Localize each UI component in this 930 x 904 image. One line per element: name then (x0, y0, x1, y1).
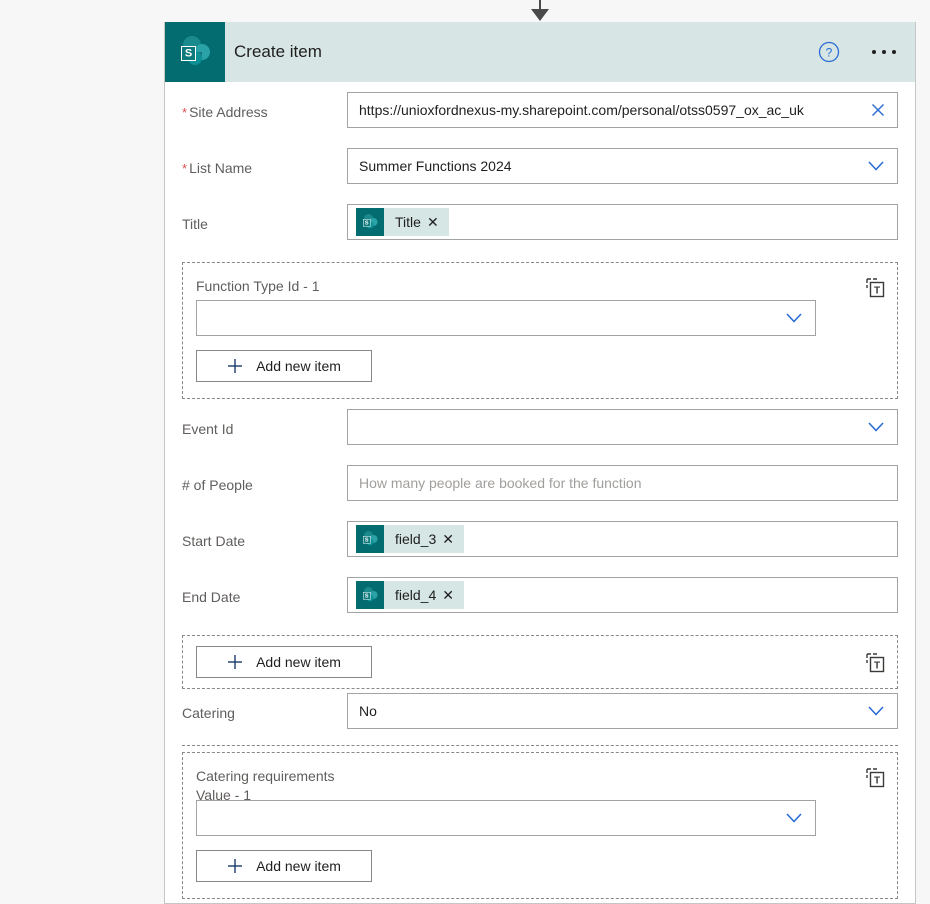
field-row-end-date: End Date S field_4 ✕ (182, 577, 898, 623)
down-arrow-icon (531, 0, 549, 21)
card-body: * Site Address https://unioxfordnexus-my.… (165, 82, 915, 899)
list-name-value: Summer Functions 2024 (359, 158, 512, 174)
function-type-id-label: Function Type Id - 1 (196, 278, 320, 294)
add-new-item-label: Add new item (256, 358, 341, 374)
page-title: Create item (234, 42, 322, 61)
field-row-site-address: * Site Address https://unioxfordnexus-my.… (182, 92, 898, 138)
field-row-event-id: Event Id (182, 409, 898, 455)
field-row-list-name: * List Name Summer Functions 2024 (182, 148, 898, 194)
chevron-down-icon[interactable] (863, 158, 889, 174)
close-icon[interactable]: ✕ (442, 588, 464, 602)
site-address-input[interactable]: https://unioxfordnexus-my.sharepoint.com… (347, 92, 898, 128)
token-chip-end-date[interactable]: S field_4 ✕ (356, 581, 464, 609)
function-type-id-dropdown[interactable] (196, 300, 816, 336)
token-chip-title[interactable]: S Title ✕ (356, 208, 449, 236)
switch-to-text-mode-icon[interactable]: T (865, 277, 885, 299)
chevron-down-icon[interactable] (781, 810, 807, 826)
title-input[interactable]: S Title ✕ (347, 204, 898, 240)
list-name-dropdown[interactable]: Summer Functions 2024 (347, 148, 898, 184)
end-date-label: End Date (182, 589, 241, 605)
switch-to-text-mode-icon[interactable]: T (865, 652, 885, 674)
switch-to-text-mode-icon[interactable]: T (865, 767, 885, 789)
card-header: S Create item ? (165, 22, 915, 82)
field-row-title: Title S Title ✕ (182, 204, 898, 250)
num-people-placeholder: How many people are booked for the funct… (359, 475, 642, 491)
event-id-dropdown[interactable] (347, 409, 898, 445)
start-date-label: Start Date (182, 533, 246, 549)
catering-label: Catering (182, 705, 235, 721)
sharepoint-icon: S (165, 22, 225, 82)
svg-text:?: ? (826, 46, 833, 60)
ellipsis-icon[interactable] (870, 44, 898, 60)
close-icon[interactable] (867, 101, 889, 119)
required-asterisk: * (182, 161, 188, 176)
section-divider (182, 745, 898, 746)
help-circle-icon[interactable]: ? (818, 41, 840, 63)
field-row-num-people: # of People How many people are booked f… (182, 465, 898, 511)
chevron-down-icon[interactable] (863, 703, 889, 719)
end-date-input[interactable]: S field_4 ✕ (347, 577, 898, 613)
event-id-label: Event Id (182, 421, 234, 437)
sharepoint-icon: S (356, 208, 384, 236)
svg-text:S: S (365, 220, 369, 226)
token-chip-label: Title (395, 214, 421, 230)
num-people-label: # of People (182, 477, 253, 493)
close-icon[interactable]: ✕ (427, 215, 449, 229)
close-icon[interactable]: ✕ (442, 532, 464, 546)
token-chip-label: field_4 (395, 587, 437, 603)
flow-connector (0, 0, 930, 22)
add-new-item-label: Add new item (256, 858, 341, 874)
catering-value: No (359, 703, 377, 719)
field-row-catering: Catering No (182, 693, 898, 739)
svg-text:S: S (185, 48, 192, 60)
site-address-label: * Site Address (182, 104, 268, 120)
svg-text:S: S (365, 537, 369, 543)
svg-text:T: T (874, 286, 880, 297)
header-actions: ? (818, 41, 915, 63)
token-chip-start-date[interactable]: S field_3 ✕ (356, 525, 464, 553)
sharepoint-icon: S (356, 581, 384, 609)
repeating-group-add-item: T Add new item (182, 635, 898, 689)
title-label: Title (182, 216, 208, 232)
catering-dropdown[interactable]: No (347, 693, 898, 729)
add-new-item-button-function-type[interactable]: Add new item (196, 350, 372, 382)
required-asterisk: * (182, 105, 188, 120)
plus-icon (227, 858, 243, 874)
repeating-group-function-type-id: T Function Type Id - 1 Add new item (182, 262, 898, 399)
start-date-input[interactable]: S field_3 ✕ (347, 521, 898, 557)
chevron-down-icon[interactable] (781, 310, 807, 326)
num-people-input[interactable]: How many people are booked for the funct… (347, 465, 898, 501)
repeating-group-catering-requirements: T Catering requirements Value - 1 Add ne… (182, 752, 898, 899)
catering-requirements-dropdown[interactable] (196, 800, 816, 836)
add-new-item-label: Add new item (256, 654, 341, 670)
svg-text:T: T (874, 776, 880, 787)
site-address-value: https://unioxfordnexus-my.sharepoint.com… (359, 102, 804, 118)
svg-text:S: S (365, 593, 369, 599)
create-item-action-card: S Create item ? * Site Address https://u… (164, 22, 916, 904)
field-row-start-date: Start Date S field_3 ✕ (182, 521, 898, 567)
sharepoint-icon: S (356, 525, 384, 553)
chevron-down-icon[interactable] (863, 419, 889, 435)
add-new-item-button-generic[interactable]: Add new item (196, 646, 372, 678)
token-chip-label: field_3 (395, 531, 437, 547)
list-name-label: * List Name (182, 160, 253, 176)
svg-text:T: T (874, 661, 880, 672)
plus-icon (227, 358, 243, 374)
add-new-item-button-catering[interactable]: Add new item (196, 850, 372, 882)
plus-icon (227, 654, 243, 670)
